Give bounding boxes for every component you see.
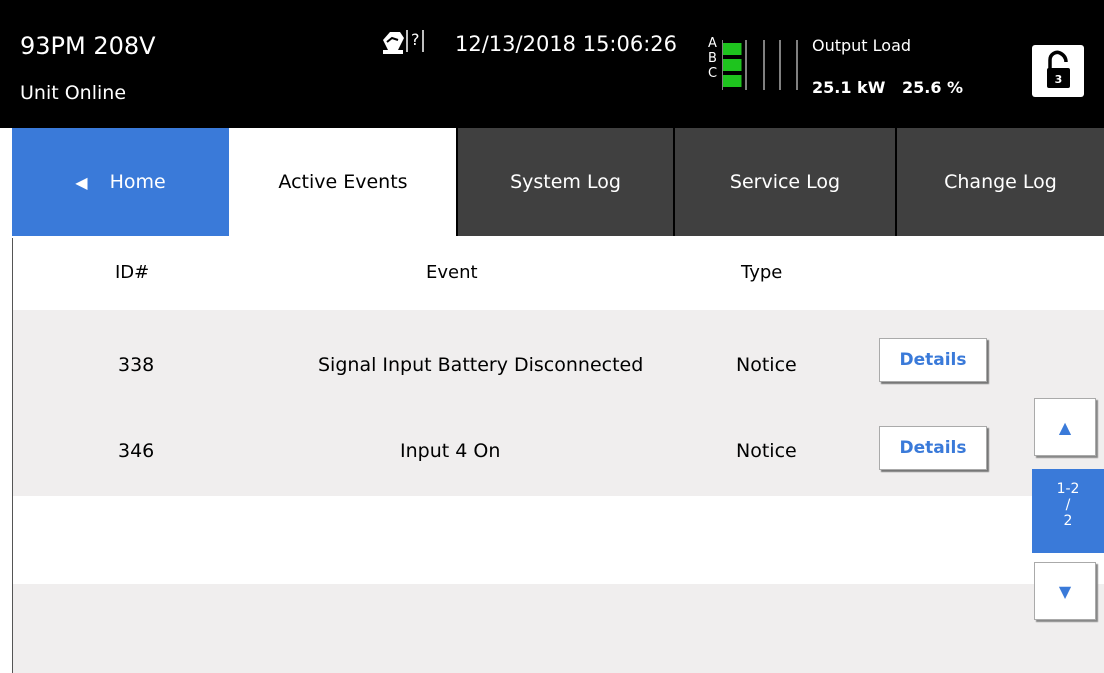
- event-description: Input 4 On: [400, 440, 501, 462]
- event-id: 338: [118, 354, 155, 376]
- table-header: ID# Event Type: [13, 238, 1104, 310]
- home-button[interactable]: ◀ Home: [12, 128, 229, 236]
- table-row: 346 Input 4 On Notice Details: [13, 408, 1104, 496]
- tab-label: System Log: [510, 171, 621, 193]
- tab-system-log[interactable]: System Log: [456, 128, 673, 236]
- phase-b-label: B: [708, 51, 717, 66]
- table-row: 338 Signal Input Battery Disconnected No…: [13, 320, 1104, 408]
- column-header-type: Type: [741, 262, 783, 283]
- page-total: 2: [1063, 513, 1073, 529]
- unit-status: Unit Online: [20, 82, 127, 104]
- unlock-icon: 3: [1047, 50, 1070, 88]
- status-bar: 93PM 208V Unit Online ? 12/13/2018 15:06…: [0, 0, 1104, 128]
- page-separator: /: [1065, 497, 1071, 513]
- lock-button[interactable]: 3: [1032, 45, 1084, 97]
- page-indicator: 1-2 / 2: [1032, 469, 1104, 553]
- help-question-icon[interactable]: ?: [380, 28, 426, 56]
- output-load-percent: 25.6 %: [902, 78, 964, 97]
- output-load-kw: 25.1 kW: [812, 78, 886, 97]
- tab-service-log[interactable]: Service Log: [673, 128, 895, 236]
- phase-c-bar: [723, 75, 742, 87]
- event-type: Notice: [736, 354, 797, 376]
- scroll-up-button[interactable]: ▲: [1034, 398, 1096, 456]
- phase-a-label: A: [708, 36, 717, 51]
- details-button[interactable]: Details: [879, 426, 987, 470]
- tab-bar: ◀ Home Active Events System Log Service …: [0, 128, 1104, 238]
- event-list: ID# Event Type 338 Signal Input Battery …: [12, 238, 1104, 673]
- phase-labels: A B C: [708, 36, 720, 81]
- event-type: Notice: [736, 440, 797, 462]
- page-range: 1-2: [1056, 481, 1080, 497]
- event-description: Signal Input Battery Disconnected: [318, 354, 644, 376]
- back-arrow-icon: ◀: [75, 172, 88, 192]
- phase-b-bar: [723, 59, 742, 71]
- tab-active-events[interactable]: Active Events: [230, 128, 456, 236]
- phase-c-label: C: [708, 66, 718, 81]
- event-id: 346: [118, 440, 155, 462]
- ups-model: 93PM 208V: [20, 32, 156, 60]
- empty-row: [13, 496, 1104, 584]
- output-load-label: Output Load: [812, 36, 912, 55]
- tab-label: Service Log: [729, 171, 841, 193]
- arrow-down-icon: ▼: [1058, 581, 1072, 601]
- scroll-down-button[interactable]: ▼: [1034, 562, 1096, 620]
- tab-change-log[interactable]: Change Log: [895, 128, 1104, 236]
- column-header-event: Event: [426, 262, 478, 283]
- tab-label: Change Log: [944, 171, 1057, 193]
- tab-label: Active Events: [278, 171, 408, 193]
- phase-a-bar: [723, 43, 742, 55]
- phase-load-meter: [722, 40, 798, 90]
- column-header-id: ID#: [115, 262, 150, 283]
- lock-level-number: 3: [1055, 73, 1063, 86]
- datetime: 12/13/2018 15:06:26: [455, 32, 678, 56]
- home-label: Home: [109, 171, 166, 193]
- arrow-up-icon: ▲: [1058, 417, 1072, 437]
- svg-text:?: ?: [411, 30, 420, 49]
- details-button[interactable]: Details: [879, 338, 987, 382]
